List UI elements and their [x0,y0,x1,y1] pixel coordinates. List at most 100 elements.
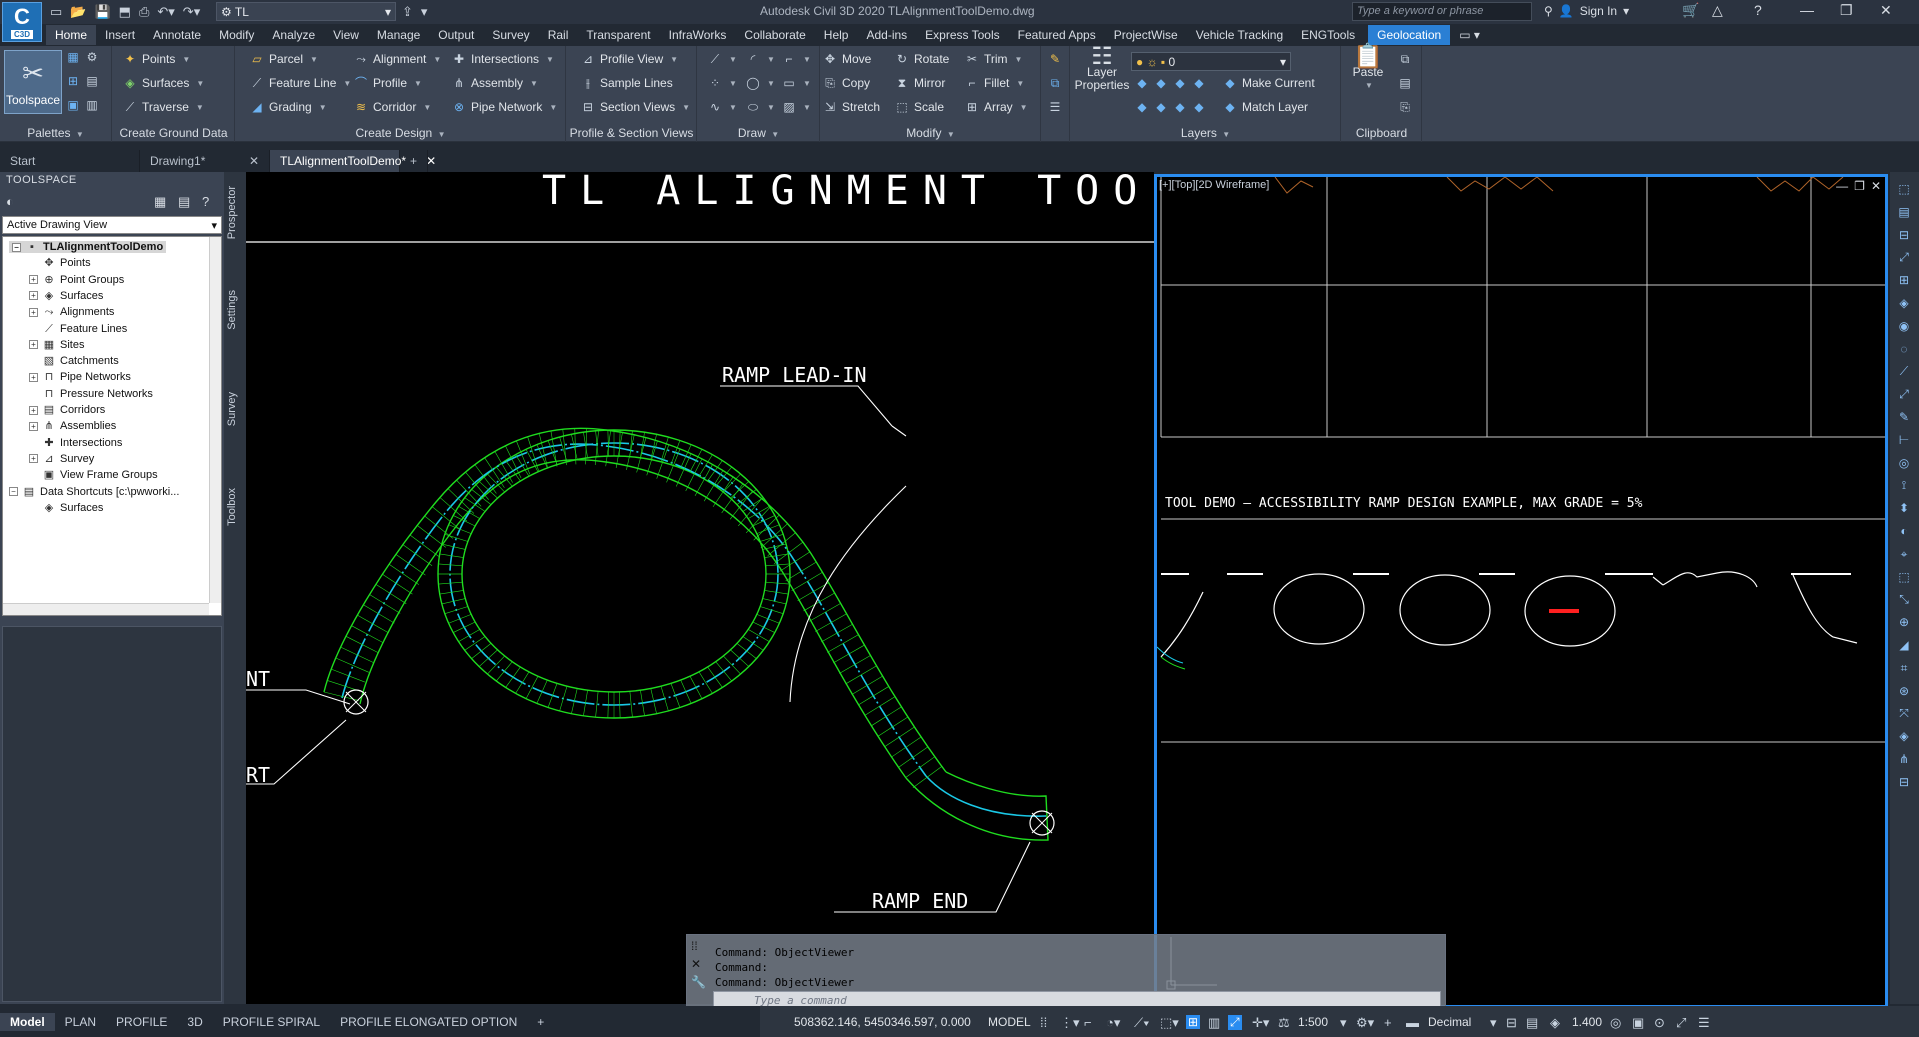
panel-title-layers[interactable]: Layers ▼ [1071,126,1340,140]
layer-select[interactable]: ● ☼ ▪ 0 ▾ [1131,52,1291,71]
ribbon-tab-home[interactable]: Home [46,25,97,45]
rectangle-button[interactable]: ▭ ▼ [782,76,811,90]
circle-button[interactable]: ◯ ▼ [746,76,775,90]
sign-in-area[interactable]: ⚲ 👤 Sign In ▾ [1544,4,1629,18]
help-icon[interactable]: ? [202,194,209,209]
doc-tab-start[interactable]: Start [0,150,140,172]
annotation-scale-icon[interactable]: ⚖ [1278,1015,1290,1031]
palette-btn-2[interactable]: ⊞ ▤ [66,74,99,88]
viewport-label[interactable]: [+][Top][2D Wireframe] [1159,179,1269,191]
item-view-icon[interactable]: ▦ [154,194,166,210]
tree-node-sites[interactable]: + ▦ Sites [29,339,84,351]
annotation-visibility-icon[interactable]: ▾ [1340,1015,1347,1031]
add-icon[interactable]: + [1384,1015,1392,1030]
right-tool-icon[interactable]: ◢ [1897,638,1911,652]
tree-node-view-frame-groups[interactable]: ▣ View Frame Groups [29,469,158,481]
right-tool-icon[interactable]: ◎ [1897,456,1911,470]
command-line-handle[interactable]: ⁞⁞ ✕ 🔧 [691,937,709,991]
connect-icon[interactable]: △ [1712,2,1723,19]
ribbon-tab-express-tools[interactable]: Express Tools [916,25,1008,45]
ribbon-tab-output[interactable]: Output [429,25,483,45]
toolspace-view-select[interactable]: Active Drawing View ▾ [2,216,222,234]
ramp-end-marker[interactable] [1029,810,1055,836]
new-tab-plus-icon[interactable]: + [400,150,429,172]
tree-node-pipe-networks[interactable]: + ⊓ Pipe Networks [29,371,131,383]
units-value[interactable]: Decimal [1428,1015,1471,1029]
cut-icon[interactable]: ▤ [1398,76,1412,90]
graphics-icon[interactable]: ▣ [1632,1015,1644,1031]
surfaces-button[interactable]: ◈ Surfaces ▼ [123,76,204,90]
expand-icon[interactable]: + [29,454,38,464]
print-icon[interactable]: ⎙ [139,4,149,20]
match-layer-button[interactable]: ◆ Match Layer [1223,100,1308,114]
expand-icon[interactable]: + [29,372,38,382]
minimize-icon[interactable]: — [1800,2,1814,18]
ribbon-tab-featured-apps[interactable]: Featured Apps [1009,25,1105,45]
ribbon-tab-survey[interactable]: Survey [483,25,538,45]
app-logo[interactable]: C C3D [2,2,42,42]
expand-icon[interactable]: + [29,307,38,317]
saveas-icon[interactable]: ⬒ [119,4,131,20]
expand-icon[interactable]: + [29,275,38,285]
ribbon-tab-transparent[interactable]: Transparent [577,25,659,45]
paste-button[interactable]: 📋 Paste ▼ [1346,45,1390,92]
feature-line-button[interactable]: ⟋ Feature Line ▼ [250,76,352,90]
share-icon[interactable]: ⇪ [402,4,413,20]
ribbon-tab-engtools[interactable]: ENGTools [1292,25,1364,45]
quick-properties-icon[interactable]: ⊟ [1506,1015,1517,1031]
paper-viewport[interactable]: TOOL DEMO – ACCESSIBILITY RAMP DESIGN EX… [1154,174,1888,1008]
expand-icon[interactable]: + [29,421,38,431]
stretch-button[interactable]: ⇲ Stretch [823,100,880,114]
help-icon[interactable]: ? [1754,2,1762,18]
right-tool-icon[interactable]: ⊛ [1897,684,1911,698]
wrench-icon[interactable]: 🔧 [691,973,709,991]
tree-node-corridors[interactable]: + ▤ Corridors [29,404,105,416]
close-icon[interactable]: ✕ [1871,179,1881,193]
right-tool-icon[interactable]: ⤢ [1897,387,1911,401]
profile-view-button[interactable]: ⊿ Profile View ▼ [581,52,678,66]
layout-tab-profile-elongated-option[interactable]: PROFILE ELONGATED OPTION [330,1013,527,1031]
side-tab-prospector[interactable]: Prospector [226,186,238,239]
right-tool-icon[interactable]: ◉ [1897,319,1911,333]
right-tool-icon[interactable]: ⊟ [1897,775,1911,789]
workspace-gear-icon[interactable]: ⚙▾ [1356,1015,1374,1031]
layer-tools-row-2[interactable]: ◆ ◆ ◆ ◆ [1135,100,1206,114]
new-icon[interactable]: ▭ [50,4,62,20]
grading-button[interactable]: ◢ Grading ▼ [250,100,326,114]
fillet-button[interactable]: ⌐ Fillet ▼ [965,76,1024,90]
rotate-button[interactable]: ↻ Rotate [895,52,949,66]
palette-btn-1[interactable]: ▦ ⚙ [66,50,99,64]
right-tool-icon[interactable]: ⤡ [1897,592,1911,606]
ribbon-tab-add-ins[interactable]: Add-ins [857,25,916,45]
right-tool-icon[interactable]: ⬚ [1897,182,1911,196]
tree-node-surfaces[interactable]: ◈ Surfaces [29,502,104,514]
tree-horizontal-scrollbar[interactable] [3,603,209,615]
points-button[interactable]: ✦ Points ▼ [123,52,190,66]
explode-icon[interactable]: ⧉ [1048,76,1062,90]
right-tool-icon[interactable]: ⊕ [1897,615,1911,629]
right-tool-icon[interactable]: ⊟ [1897,228,1911,242]
isodraft-icon[interactable]: ⟋▾ [1134,1015,1149,1031]
close-icon[interactable]: ✕ [1880,2,1892,19]
layout-tab-plan[interactable]: PLAN [55,1013,106,1031]
ellipse-button[interactable]: ⬭ ▼ [746,100,775,114]
right-tool-icon[interactable]: ⬚ [1897,570,1911,584]
intersections-button[interactable]: ✚ Intersections ▼ [452,52,554,66]
tree-node-points[interactable]: ✥ Points [29,257,90,269]
expand-icon[interactable]: + [29,291,38,301]
layout-tab-profile[interactable]: PROFILE [106,1013,177,1031]
panel-title-draw[interactable]: Draw ▼ [698,126,819,140]
lineweight-display-icon[interactable]: ◈ [1550,1015,1560,1031]
hatch-button[interactable]: ▨ ▼ [782,100,811,114]
open-icon[interactable]: 📂 [70,4,86,20]
layout-tab-profile-spiral[interactable]: PROFILE SPIRAL [213,1013,330,1031]
customize-icon[interactable]: ☰ [1698,1015,1710,1031]
alignment-button[interactable]: ⤳ Alignment ▼ [354,52,441,66]
ribbon-tab-collaborate[interactable]: Collaborate [735,25,814,45]
trim-button[interactable]: ✂ Trim ▼ [965,52,1023,66]
right-tool-icon[interactable]: ▤ [1897,205,1911,219]
redo-icon[interactable]: ↷▾ [183,4,200,20]
toolspace-button[interactable]: ✂ Toolspace [4,50,62,114]
tree-node-assemblies[interactable]: + ⋔ Assemblies [29,420,116,432]
array-button[interactable]: ⊞ Array ▼ [965,100,1028,114]
